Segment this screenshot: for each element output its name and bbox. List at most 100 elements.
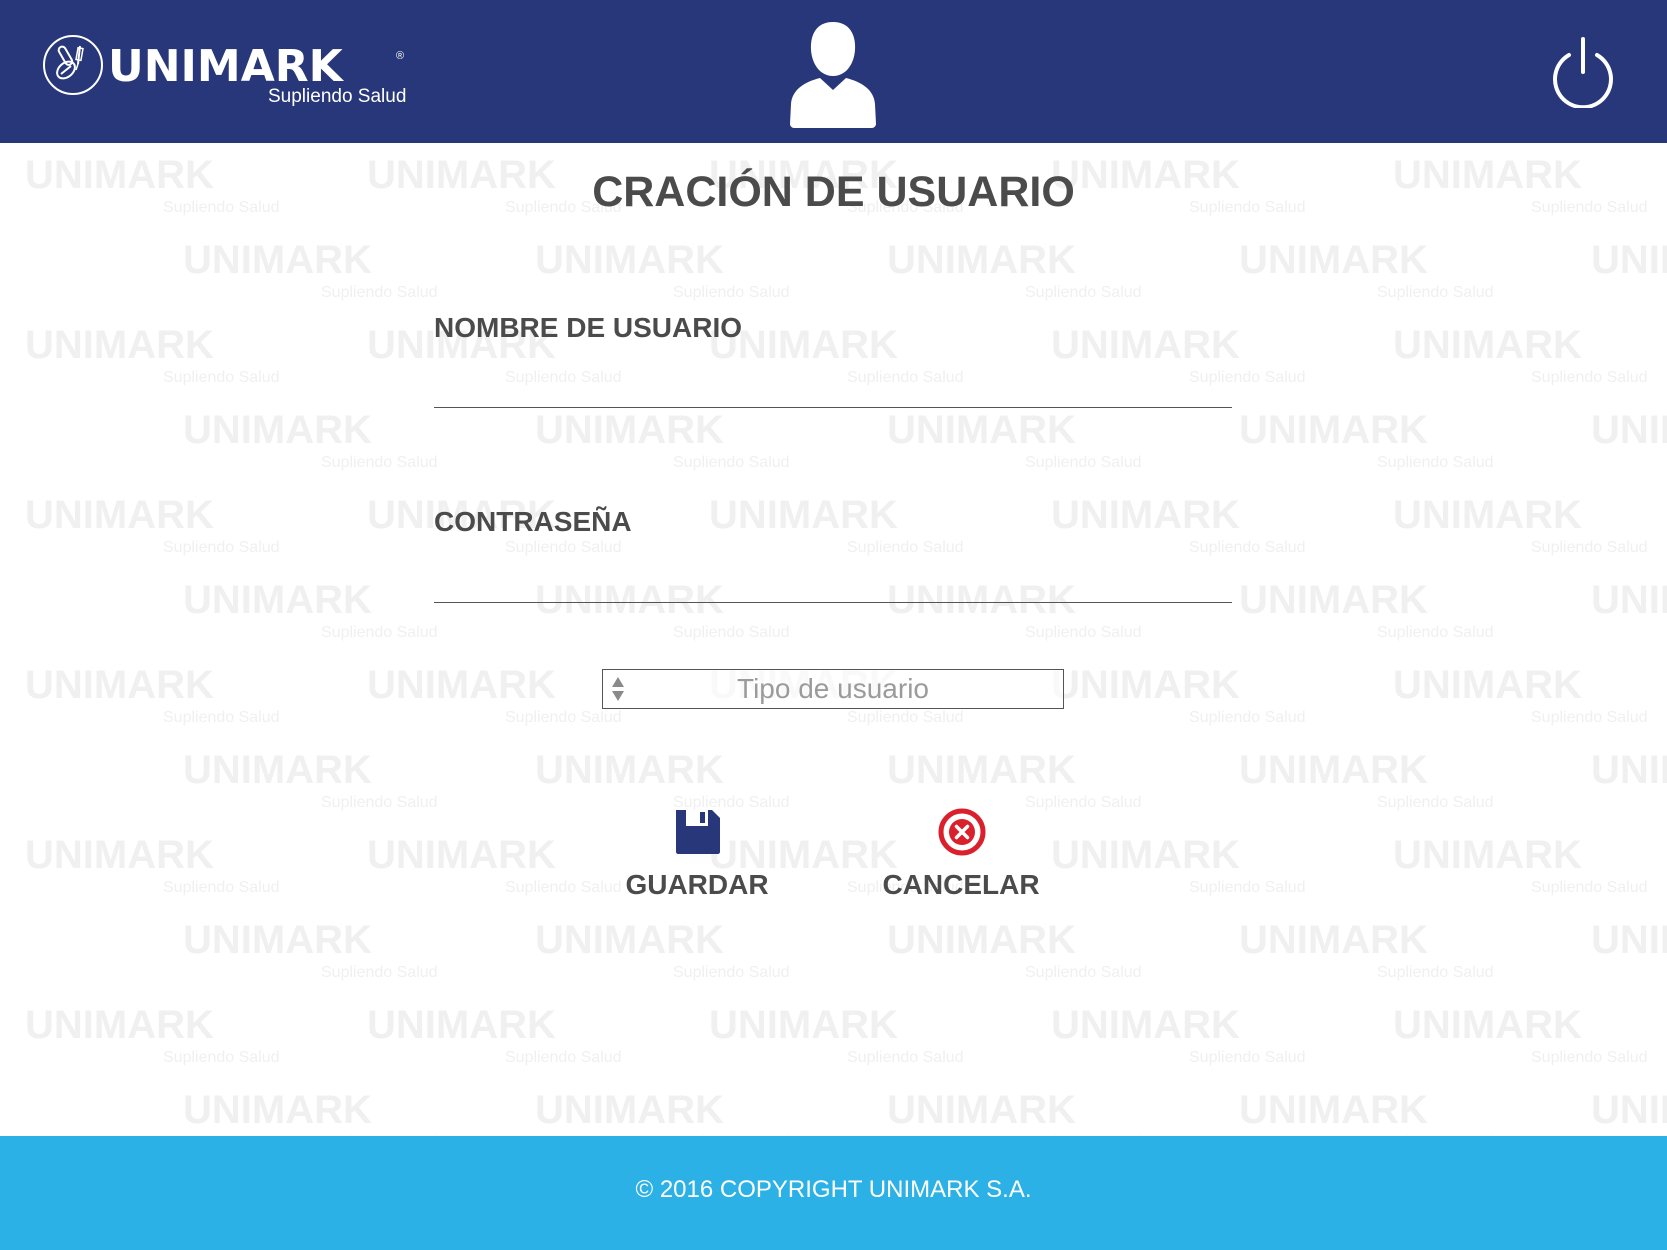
watermark-tagline: Supliendo Salud <box>847 709 964 726</box>
watermark-tagline: Supliendo Salud <box>673 284 790 301</box>
watermark-tagline: Supliendo Salud <box>1189 539 1306 556</box>
power-icon[interactable] <box>1550 36 1616 108</box>
watermark-brand: UNIMARK <box>1239 918 1428 962</box>
watermark-brand: UNIMARK <box>367 1003 556 1047</box>
watermark-brand: UNIMARK <box>1051 493 1240 537</box>
watermark-tagline: Supliendo Salud <box>505 709 622 726</box>
watermark-brand: UNIMARK <box>25 323 214 367</box>
watermark-brand: UNIMARK <box>1239 408 1428 452</box>
watermark-brand: UNIMARK <box>887 238 1076 282</box>
watermark-brand: UNIMARK <box>25 663 214 707</box>
watermark-brand: UNIMARK <box>1051 663 1240 707</box>
watermark-tagline: Supliendo Salud <box>163 879 280 896</box>
watermark-tagline: Supliendo Salud <box>847 1049 964 1066</box>
watermark-tagline: Supliendo Salud <box>1189 709 1306 726</box>
user-silhouette-icon <box>790 22 876 128</box>
watermark-brand: UNIMARK <box>1591 238 1667 282</box>
app-header: UNIMARK ® Supliendo Salud <box>0 0 1667 143</box>
watermark-brand: UNIMARK <box>535 748 724 792</box>
registered-mark: ® <box>396 50 405 62</box>
watermark-tagline: Supliendo Salud <box>1377 624 1494 641</box>
watermark-brand: UNIMARK <box>25 1003 214 1047</box>
watermark-brand: UNIMARK <box>887 1088 1076 1132</box>
watermark-brand: UNIMARK <box>1591 408 1667 452</box>
watermark-tagline: Supliendo Salud <box>321 794 438 811</box>
watermark-brand: UNIMARK <box>1591 918 1667 962</box>
watermark-brand: UNIMARK <box>709 1003 898 1047</box>
watermark-tagline: Supliendo Salud <box>505 879 622 896</box>
cancel-circle-icon <box>938 808 986 856</box>
watermark-tagline: Supliendo Salud <box>163 369 280 386</box>
watermark-tagline: Supliendo Salud <box>1531 1049 1648 1066</box>
watermark-brand: UNIMARK <box>1239 1088 1428 1132</box>
watermark-brand: UNIMARK <box>1393 663 1582 707</box>
watermark-brand: UNIMARK <box>535 1088 724 1132</box>
watermark-tagline: Supliendo Salud <box>1025 284 1142 301</box>
watermark-tagline: Supliendo Salud <box>163 1049 280 1066</box>
page-title: CRACIÓN DE USUARIO <box>592 168 1075 216</box>
watermark-brand: UNIMARK <box>25 493 214 537</box>
watermark-tagline: Supliendo Salud <box>847 539 964 556</box>
watermark-brand: UNIMARK <box>1591 748 1667 792</box>
cancel-button[interactable]: CANCELAR <box>871 808 1051 904</box>
watermark-brand: UNIMARK <box>183 408 372 452</box>
watermark-brand: UNIMARK <box>1051 833 1240 877</box>
user-type-placeholder: Tipo de usuario <box>737 673 929 704</box>
watermark-brand: UNIMARK <box>535 408 724 452</box>
watermark-brand: UNIMARK <box>1393 833 1582 877</box>
user-type-select[interactable]: Tipo de usuario <box>602 669 1064 709</box>
watermark-brand: UNIMARK <box>1051 1003 1240 1047</box>
username-input[interactable] <box>434 367 1232 408</box>
watermark-brand: UNIMARK <box>887 408 1076 452</box>
watermark-brand: UNIMARK <box>1591 578 1667 622</box>
watermark-brand: UNIMARK <box>1239 748 1428 792</box>
watermark-brand: UNIMARK <box>183 918 372 962</box>
watermark-brand: UNIMARK <box>183 238 372 282</box>
watermark-brand: UNIMARK <box>1051 323 1240 367</box>
password-label: CONTRASEÑA <box>434 506 632 537</box>
watermark-tagline: Supliendo Salud <box>1025 454 1142 471</box>
watermark-brand: UNIMARK <box>1393 493 1582 537</box>
watermark-tagline: Supliendo Salud <box>321 284 438 301</box>
watermark-tagline: Supliendo Salud <box>321 624 438 641</box>
watermark-tagline: Supliendo Salud <box>1531 709 1648 726</box>
watermark-brand: UNIMARK <box>1239 238 1428 282</box>
watermark-tagline: Supliendo Salud <box>1531 539 1648 556</box>
watermark-brand: UNIMARK <box>1591 1088 1667 1132</box>
watermark-tagline: Supliendo Salud <box>163 709 280 726</box>
watermark-tagline: Supliendo Salud <box>321 964 438 981</box>
watermark-pattern: UNIMARK Supliendo Salud UNIMARK Supliendo S… <box>25 153 1667 1136</box>
watermark-brand: UNIMARK <box>367 833 556 877</box>
watermark-tagline: Supliendo Salud <box>505 1049 622 1066</box>
watermark-tagline: Supliendo Salud <box>1531 369 1648 386</box>
watermark-tagline: Supliendo Salud <box>1377 964 1494 981</box>
watermark-tagline: Supliendo Salud <box>673 454 790 471</box>
watermark-tagline: Supliendo Salud <box>505 539 622 556</box>
watermark-brand: UNIMARK <box>1393 323 1582 367</box>
watermark-tagline: Supliendo Salud <box>673 964 790 981</box>
watermark-tagline: Supliendo Salud <box>1377 454 1494 471</box>
watermark-tagline: Supliendo Salud <box>163 539 280 556</box>
watermark-tagline: Supliendo Salud <box>321 454 438 471</box>
watermark-brand: UNIMARK <box>183 1088 372 1132</box>
logo-tagline: Supliendo Salud <box>268 86 407 107</box>
save-button[interactable]: GUARDAR <box>607 808 787 904</box>
password-input[interactable] <box>434 562 1232 603</box>
watermark-brand: UNIMARK <box>1393 1003 1582 1047</box>
watermark-tagline: Supliendo Salud <box>673 624 790 641</box>
unimark-logo: UNIMARK ® Supliendo Salud <box>42 34 412 114</box>
watermark-brand: UNIMARK <box>887 748 1076 792</box>
watermark-tagline: Supliendo Salud <box>1025 964 1142 981</box>
cancel-button-label: CANCELAR <box>882 869 1040 900</box>
watermark-brand: UNIMARK <box>183 578 372 622</box>
watermark-brand: UNIMARK <box>887 918 1076 962</box>
app-footer: © 2016 COPYRIGHT UNIMARK S.A. <box>0 1136 1667 1250</box>
watermark-tagline: Supliendo Salud <box>1377 284 1494 301</box>
copyright-text: © 2016 COPYRIGHT UNIMARK S.A. <box>635 1176 1032 1203</box>
watermark-brand: UNIMARK <box>367 663 556 707</box>
save-button-label: GUARDAR <box>625 869 769 900</box>
logo-emblem-icon <box>43 35 103 95</box>
watermark-tagline: Supliendo Salud <box>1189 1049 1306 1066</box>
watermark-brand: UNIMARK <box>535 238 724 282</box>
watermark-brand: UNIMARK <box>535 918 724 962</box>
